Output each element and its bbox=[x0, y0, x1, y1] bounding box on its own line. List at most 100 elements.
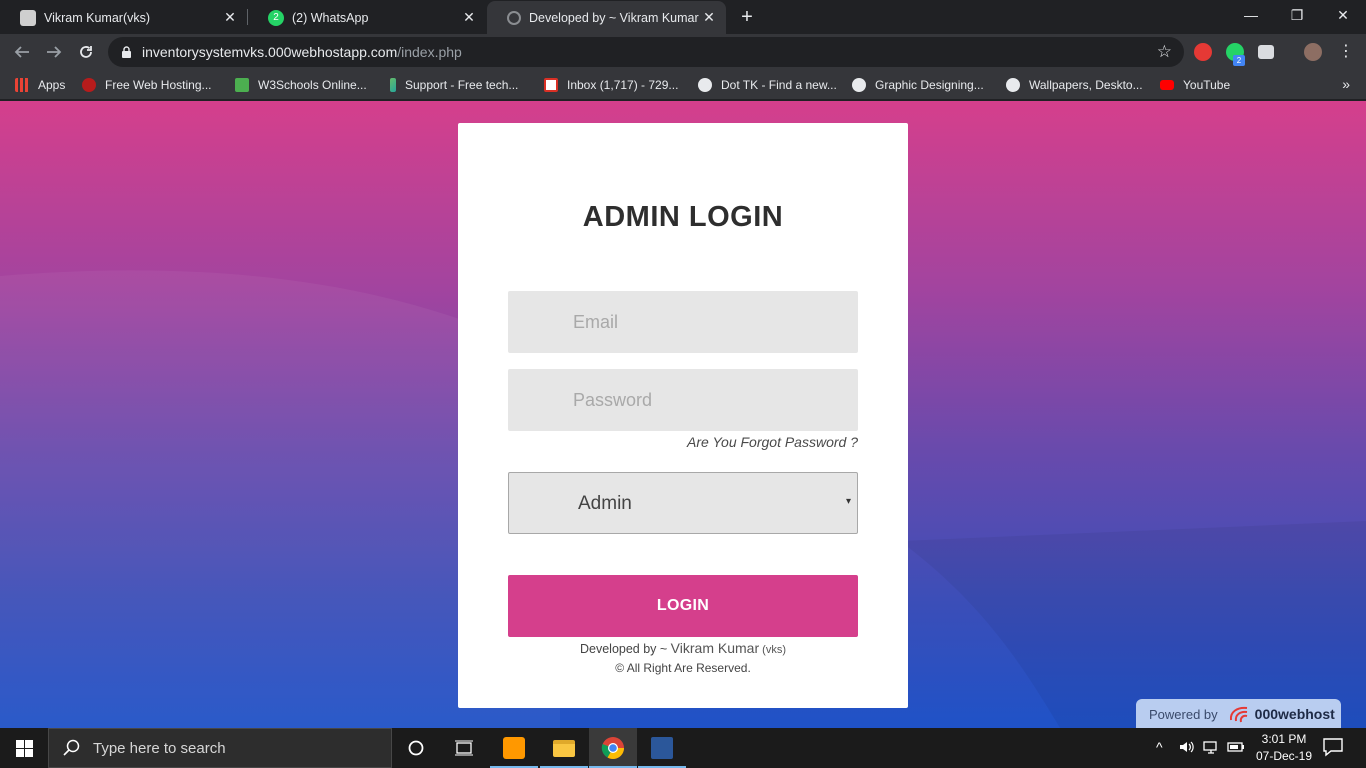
password-field[interactable] bbox=[508, 369, 858, 431]
000webhost-logo-icon bbox=[1229, 706, 1247, 723]
gmail-icon bbox=[544, 78, 558, 92]
bookmark-label: Graphic Designing... bbox=[875, 78, 984, 92]
bookmark-label: YouTube bbox=[1183, 78, 1231, 92]
profile-avatar[interactable] bbox=[1304, 43, 1322, 61]
tab-close-icon[interactable]: ✕ bbox=[221, 9, 239, 27]
forward-button[interactable] bbox=[40, 38, 68, 66]
tab-close-icon[interactable]: ✕ bbox=[460, 9, 478, 27]
browser-menu-icon[interactable]: ⋮ bbox=[1336, 42, 1356, 62]
chevron-down-icon: ▾ bbox=[845, 496, 851, 507]
bookmark-star-icon[interactable]: ☆ bbox=[1157, 42, 1172, 62]
profile-favicon-icon bbox=[20, 9, 36, 26]
bookmarks-overflow-icon[interactable]: » bbox=[1342, 76, 1350, 92]
bookmark-dot-tk[interactable]: Dot TK - Find a new... bbox=[698, 76, 837, 94]
taskbar-sublime-text[interactable] bbox=[490, 728, 538, 768]
role-select[interactable]: Admin ▾ bbox=[508, 472, 858, 534]
windows-taskbar: Type here to search ^ 3:01 PM 07-Dec-19 bbox=[0, 728, 1366, 768]
windows-logo-icon bbox=[15, 739, 33, 757]
taskbar-word[interactable] bbox=[638, 728, 686, 768]
cortana-circle-icon bbox=[408, 740, 424, 756]
bookmark-w3schools[interactable]: W3Schools Online... bbox=[235, 76, 367, 94]
forward-arrow-icon bbox=[47, 46, 62, 58]
reload-icon bbox=[80, 46, 92, 58]
loading-favicon-icon bbox=[507, 10, 521, 25]
page-title: ADMIN LOGIN bbox=[582, 201, 784, 233]
developer-credit: Developed by ~ Vikram Kumar (vks) bbox=[458, 640, 908, 656]
url-text[interactable]: inventorysystemvks.000webhostapp.com/ind… bbox=[142, 44, 462, 60]
task-view-button[interactable] bbox=[440, 728, 488, 768]
powered-by-badge[interactable]: Powered by 000webhost bbox=[1136, 699, 1341, 728]
reload-button[interactable] bbox=[72, 38, 100, 66]
bookmark-youtube[interactable]: YouTube bbox=[1160, 76, 1230, 94]
browser-toolbar: inventorysystemvks.000webhostapp.com/ind… bbox=[0, 34, 1366, 70]
extension-block-icon[interactable] bbox=[1194, 43, 1212, 61]
extension-cast-icon[interactable] bbox=[1258, 45, 1274, 59]
word-icon bbox=[651, 737, 673, 759]
webhost-icon bbox=[82, 78, 96, 92]
developer-suffix: (vks) bbox=[759, 644, 786, 656]
bookmark-label: Apps bbox=[38, 78, 66, 92]
bookmark-wallpapers[interactable]: Wallpapers, Deskto... bbox=[1006, 76, 1143, 94]
new-tab-button[interactable]: + bbox=[735, 5, 759, 29]
bookmark-label: Inbox (1,717) - 729... bbox=[567, 78, 679, 92]
bookmark-label: Support - Free tech... bbox=[405, 78, 519, 92]
chrome-icon bbox=[601, 737, 624, 759]
bookmark-support[interactable]: Support - Free tech... bbox=[390, 76, 518, 94]
clock-time: 3:01 PM bbox=[1261, 732, 1307, 746]
file-explorer-icon bbox=[553, 739, 575, 757]
taskbar-chrome[interactable] bbox=[589, 728, 637, 768]
taskbar-search-box[interactable]: Type here to search bbox=[48, 728, 392, 768]
bookmark-label: Free Web Hosting... bbox=[105, 78, 212, 92]
notification-center-icon[interactable] bbox=[1322, 737, 1344, 757]
tab-whatsapp[interactable]: 2 (2) WhatsApp ✕ bbox=[248, 1, 486, 34]
url-path: /index.php bbox=[397, 44, 462, 60]
login-button[interactable]: LOGIN bbox=[508, 575, 858, 637]
back-arrow-icon bbox=[14, 46, 29, 58]
powered-by-label: Powered by bbox=[1149, 706, 1218, 722]
bookmark-inbox[interactable]: Inbox (1,717) - 729... bbox=[544, 76, 678, 94]
extension-badge: 2 bbox=[1233, 55, 1245, 66]
tab-title: (2) WhatsApp bbox=[292, 10, 369, 25]
globe-icon bbox=[1006, 78, 1020, 92]
lock-icon[interactable] bbox=[122, 46, 131, 58]
minimize-button[interactable]: — bbox=[1228, 0, 1274, 30]
forgot-password-link[interactable]: Are You Forgot Password ? bbox=[687, 434, 858, 450]
tab-vikram-kumar[interactable]: Vikram Kumar(vks) ✕ bbox=[0, 1, 247, 34]
start-button[interactable] bbox=[0, 728, 48, 768]
search-placeholder: Type here to search bbox=[93, 739, 226, 757]
back-button[interactable] bbox=[8, 38, 36, 66]
globe-icon bbox=[698, 78, 712, 92]
chevron-up-icon[interactable]: ^ bbox=[1156, 739, 1163, 755]
role-selected-value: Admin bbox=[578, 493, 632, 514]
apps-grid-icon bbox=[15, 78, 29, 92]
page-content: ADMIN LOGIN Are You Forgot Password ? Ad… bbox=[0, 101, 1366, 728]
system-clock[interactable]: 3:01 PM 07-Dec-19 bbox=[1246, 731, 1322, 765]
taskbar-file-explorer[interactable] bbox=[540, 728, 588, 768]
login-card: ADMIN LOGIN Are You Forgot Password ? Ad… bbox=[458, 123, 908, 708]
developer-prefix: Developed by ~ bbox=[579, 642, 671, 656]
powered-by-brand: 000webhost bbox=[1254, 706, 1335, 722]
window-close-button[interactable]: ✕ bbox=[1320, 0, 1366, 30]
bookmark-free-web-hosting[interactable]: Free Web Hosting... bbox=[82, 76, 212, 94]
address-bar[interactable]: inventorysystemvks.000webhostapp.com/ind… bbox=[108, 37, 1184, 67]
bookmark-label: Wallpapers, Deskto... bbox=[1029, 78, 1143, 92]
tab-developed-by[interactable]: Developed by ~ Vikram Kumar (vks) ✕ bbox=[487, 1, 726, 34]
whatsapp-favicon-icon: 2 bbox=[268, 9, 284, 26]
browser-tab-strip: Vikram Kumar(vks) ✕ 2 (2) WhatsApp ✕ Dev… bbox=[0, 0, 1366, 34]
restore-button[interactable]: ❐ bbox=[1274, 0, 1320, 30]
tab-title: Developed by ~ Vikram Kumar (vks) bbox=[529, 10, 700, 25]
network-icon[interactable] bbox=[1203, 739, 1221, 755]
bookmark-apps[interactable]: Apps bbox=[15, 76, 65, 94]
battery-icon[interactable] bbox=[1227, 739, 1245, 755]
search-icon bbox=[63, 739, 80, 756]
volume-icon[interactable] bbox=[1179, 739, 1195, 755]
email-field[interactable] bbox=[508, 291, 858, 353]
cortana-button[interactable] bbox=[392, 728, 440, 768]
tab-close-icon[interactable]: ✕ bbox=[700, 9, 718, 27]
bookmark-graphic-designing[interactable]: Graphic Designing... bbox=[852, 76, 984, 94]
task-view-icon bbox=[455, 740, 473, 756]
w3schools-icon bbox=[235, 78, 249, 92]
tab-title: Vikram Kumar(vks) bbox=[44, 10, 151, 25]
bookmark-label: Dot TK - Find a new... bbox=[721, 78, 837, 92]
clock-date: 07-Dec-19 bbox=[1255, 749, 1313, 763]
